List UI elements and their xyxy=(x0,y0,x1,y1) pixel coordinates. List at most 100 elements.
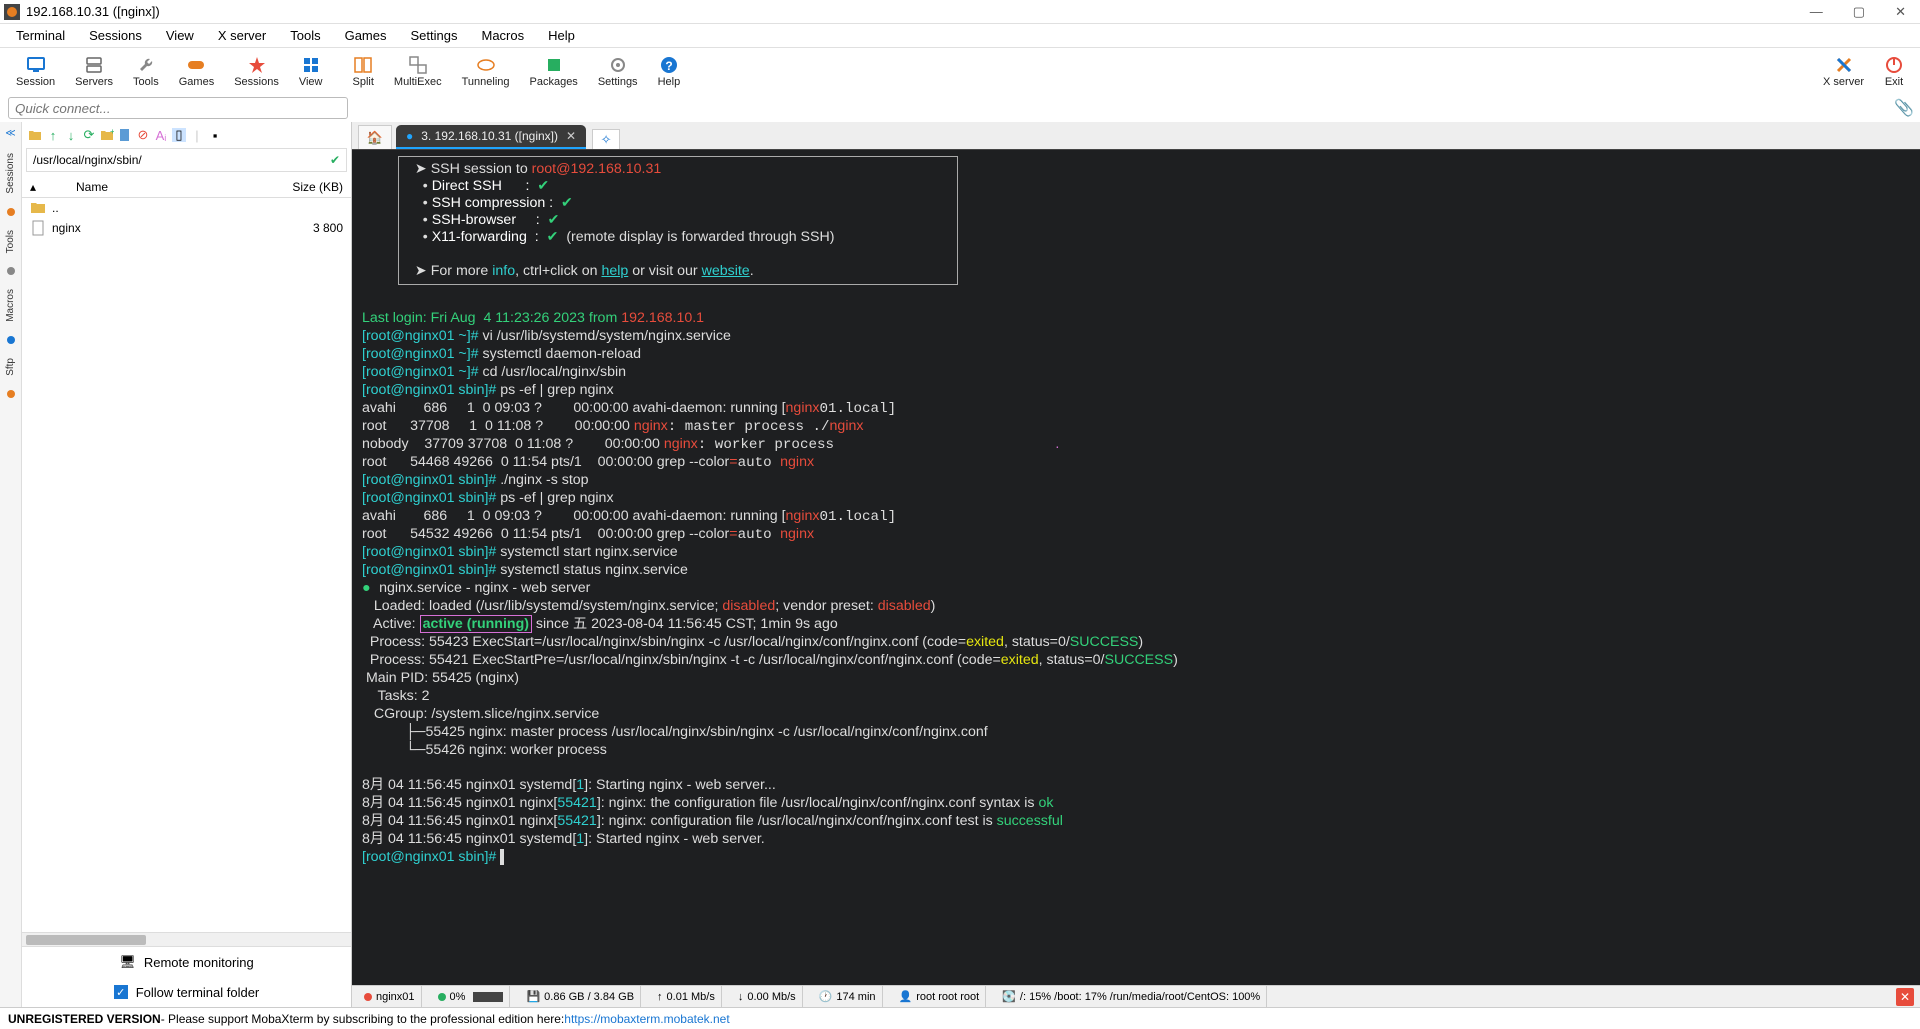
up-value: 0.01 Mb/s xyxy=(667,991,715,1003)
folder-open-icon[interactable] xyxy=(28,128,42,142)
tool-tools[interactable]: Tools xyxy=(123,55,169,88)
left-tab-strip: ≪ Sessions Tools Macros Sftp xyxy=(0,122,22,1007)
follow-terminal-folder-toggle[interactable]: ✓ Follow terminal folder xyxy=(22,977,351,1007)
power-icon xyxy=(1884,55,1904,75)
tool-view[interactable]: View xyxy=(289,55,333,88)
scrollbar-thumb[interactable] xyxy=(26,935,146,945)
plus-icon: ✧ xyxy=(601,132,612,148)
tunnel-icon xyxy=(476,55,496,75)
cpu-graph xyxy=(473,992,503,1002)
delete-icon[interactable]: ⊘ xyxy=(136,128,150,142)
user-value: root root root xyxy=(916,991,979,1003)
file-icon xyxy=(30,220,46,236)
tool-split[interactable]: Split xyxy=(343,55,384,88)
maximize-button[interactable]: ▢ xyxy=(1853,4,1865,20)
uptime-value: 174 min xyxy=(836,991,875,1003)
footer-link[interactable]: https://mobaxterm.mobatek.net xyxy=(564,1012,729,1026)
menu-xserver[interactable]: X server xyxy=(208,26,276,45)
folder-icon xyxy=(30,200,46,216)
new-file-icon[interactable] xyxy=(118,128,132,142)
host-label: nginx01 xyxy=(376,991,415,1003)
horizontal-scrollbar[interactable] xyxy=(22,932,351,946)
tab-close-button[interactable]: ✕ xyxy=(566,129,576,143)
sftp-path-field[interactable]: /usr/local/nginx/sbin/ ✔ xyxy=(26,148,347,172)
monitor-icon xyxy=(26,55,46,75)
minimize-button[interactable]: — xyxy=(1810,4,1823,20)
tool-multiexec[interactable]: MultiExec xyxy=(384,55,452,88)
sftp-toolbar: ↑ ↓ ⟳ + ⊘ Aᵢ ▯ | ▪ xyxy=(22,122,351,148)
file-row-nginx[interactable]: nginx 3 800 xyxy=(22,218,351,238)
new-folder-icon[interactable]: + xyxy=(100,128,114,142)
tool-help[interactable]: ?Help xyxy=(648,55,691,88)
menu-games[interactable]: Games xyxy=(335,26,397,45)
toolbar: Session Servers Tools Games Sessions Vie… xyxy=(0,48,1920,94)
star-icon xyxy=(247,55,267,75)
checkbox-icon: ✓ xyxy=(114,985,128,999)
quick-connect-input[interactable] xyxy=(8,97,348,119)
tool-settings[interactable]: Settings xyxy=(588,55,648,88)
path-ok-icon: ✔ xyxy=(330,153,340,167)
quick-connect-row xyxy=(0,94,1920,122)
expand-icon[interactable]: ≪ xyxy=(5,128,15,139)
disk-value: /: 15% /boot: 17% /run/media/root/CentOS… xyxy=(1020,991,1260,1003)
col-name[interactable]: Name xyxy=(44,180,263,194)
grid-icon xyxy=(301,55,321,75)
svg-text:?: ? xyxy=(665,59,672,73)
sftp-panel: ↑ ↓ ⟳ + ⊘ Aᵢ ▯ | ▪ /usr/local/nginx/sbin… xyxy=(22,122,352,1007)
tool-session[interactable]: Session xyxy=(6,55,65,88)
upload-icon: ↑ xyxy=(657,991,663,1003)
macros-dot-icon xyxy=(7,336,15,344)
vtab-macros[interactable]: Macros xyxy=(5,285,16,326)
clock-icon: 🕐 xyxy=(819,990,833,1003)
footer-text: - Please support MobaXterm by subscribin… xyxy=(161,1012,565,1026)
sftp-dot-icon xyxy=(7,390,15,398)
remote-monitoring-toggle[interactable]: 🖥 Remote monitoring xyxy=(22,947,351,977)
tool-sessions[interactable]: Sessions xyxy=(224,55,289,88)
menu-tools[interactable]: Tools xyxy=(280,26,330,45)
split-icon xyxy=(353,55,373,75)
upload-icon[interactable]: ↑ xyxy=(46,128,60,142)
gear-icon xyxy=(608,55,628,75)
website-link[interactable]: website xyxy=(702,263,750,279)
rename-icon[interactable]: Aᵢ xyxy=(154,128,168,142)
menu-macros[interactable]: Macros xyxy=(471,26,534,45)
sort-icon[interactable]: ▴ xyxy=(30,180,44,194)
mem-value: 0.86 GB / 3.84 GB xyxy=(544,991,634,1003)
close-button[interactable]: ✕ xyxy=(1895,4,1906,20)
menu-settings[interactable]: Settings xyxy=(401,26,468,45)
terminal-output[interactable]: ➤ SSH session to root@192.168.10.31 • Di… xyxy=(352,150,1920,985)
menu-terminal[interactable]: Terminal xyxy=(6,26,75,45)
footer: UNREGISTERED VERSION - Please support Mo… xyxy=(0,1007,1920,1029)
menu-sessions[interactable]: Sessions xyxy=(79,26,152,45)
tab-ssh-session[interactable]: ● 3. 192.168.10.31 ([nginx]) ✕ xyxy=(396,125,586,149)
user-icon: 👤 xyxy=(899,990,913,1003)
tool-exit[interactable]: Exit xyxy=(1874,55,1914,88)
tool-xserver[interactable]: X server xyxy=(1813,55,1874,88)
terminal-icon[interactable]: ▪ xyxy=(208,128,222,142)
file-row-parent[interactable]: .. xyxy=(22,198,351,218)
refresh-icon[interactable]: ⟳ xyxy=(82,128,96,142)
package-icon xyxy=(544,55,564,75)
bullet-icon: ● xyxy=(406,129,413,143)
tool-servers[interactable]: Servers xyxy=(65,55,123,88)
help-link[interactable]: help xyxy=(601,263,628,279)
col-size[interactable]: Size (KB) xyxy=(263,180,343,194)
tool-packages[interactable]: Packages xyxy=(520,55,588,88)
vtab-tools[interactable]: Tools xyxy=(5,226,16,257)
tab-add-button[interactable]: ✧ xyxy=(592,129,620,149)
vtab-sessions[interactable]: Sessions xyxy=(5,149,16,198)
vtab-sftp[interactable]: Sftp xyxy=(5,354,16,380)
statusbar-close-button[interactable]: ✕ xyxy=(1896,988,1914,1006)
hidden-files-icon[interactable]: ▯ xyxy=(172,128,186,142)
paperclip-icon[interactable]: 📎 xyxy=(1894,98,1914,118)
tool-tunneling[interactable]: Tunneling xyxy=(452,55,520,88)
menu-help[interactable]: Help xyxy=(538,26,585,45)
download-icon[interactable]: ↓ xyxy=(64,128,78,142)
tab-home[interactable]: 🏠 xyxy=(358,125,392,149)
help-icon: ? xyxy=(659,55,679,75)
file-list: .. nginx 3 800 xyxy=(22,198,351,932)
menu-view[interactable]: View xyxy=(156,26,204,45)
tool-games[interactable]: Games xyxy=(169,55,224,88)
ram-icon: 💾 xyxy=(526,990,540,1003)
cpu-value: 0% xyxy=(450,991,466,1003)
